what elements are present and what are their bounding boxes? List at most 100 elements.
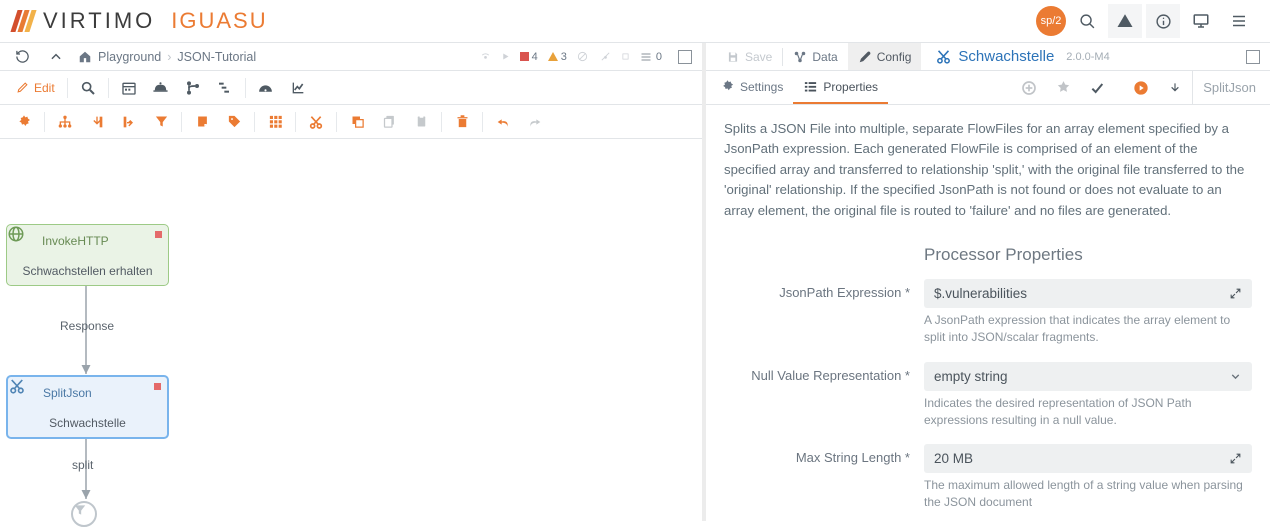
navigate-up-icon[interactable] (44, 45, 68, 69)
prop-label: Max String Length * (724, 444, 924, 511)
processor-title: Schwachstelle 2.0.0-M4 (935, 48, 1109, 65)
note-icon[interactable] (186, 107, 218, 137)
product-name: IGUASU (171, 8, 267, 34)
config-tab-button[interactable]: Config (848, 43, 922, 70)
config-pane: Save Data Config Schwachstelle 2.0.0-M4 (706, 43, 1270, 521)
processor-version: 2.0.0-M4 (1066, 51, 1109, 63)
processor-type-label: SplitJson (1192, 71, 1266, 104)
running-count-icon (520, 52, 529, 61)
grid-icon[interactable] (259, 107, 291, 137)
logo-stripes-icon (14, 10, 33, 32)
toolbar-row-2 (0, 105, 702, 139)
trash-icon[interactable] (446, 107, 478, 137)
apply-icon[interactable] (1080, 71, 1114, 104)
breadcrumb-root[interactable]: Playground (98, 50, 161, 64)
node-title: SplitJson (43, 386, 92, 400)
maximize-icon[interactable] (678, 50, 692, 64)
running-count: 4 (532, 51, 538, 63)
tag-icon[interactable] (218, 107, 250, 137)
maxlen-input[interactable]: 20 MB (924, 444, 1252, 473)
duplicate-icon[interactable] (341, 107, 373, 137)
jsonpath-input[interactable]: $.vulnerabilities (924, 279, 1252, 308)
expand-icon[interactable] (1229, 452, 1242, 465)
search-icon[interactable] (1070, 4, 1104, 38)
chart-icon[interactable] (282, 73, 314, 103)
stopped-indicator-icon (155, 231, 162, 238)
status-summary: 4 3 0 (480, 51, 662, 63)
node-splitjson[interactable]: SplitJson Schwachstelle (6, 375, 169, 439)
globe-icon (15, 231, 35, 251)
not-transmitting-icon (600, 51, 611, 62)
export-icon[interactable] (113, 107, 145, 137)
stop-hollow-icon (621, 52, 630, 61)
zoom-icon[interactable] (72, 73, 104, 103)
transmit-icon (480, 51, 491, 62)
chevron-down-icon (1229, 370, 1242, 383)
funnel-node[interactable] (71, 501, 97, 527)
breadcrumb: Playground › JSON-Tutorial (78, 50, 256, 64)
prop-jsonpath: JsonPath Expression * $.vulnerabilities … (724, 279, 1252, 346)
tab-properties[interactable]: Properties (793, 71, 888, 104)
sitemap-icon[interactable] (49, 107, 81, 137)
prop-label: Null Value Representation * (724, 362, 924, 429)
app-header: VIRTIMO IGUASU sp/2 (0, 0, 1270, 43)
play-icon (501, 52, 510, 61)
filter-icon[interactable] (145, 107, 177, 137)
processor-description: Splits a JSON File into multiple, separa… (724, 119, 1252, 221)
hierarchy-icon[interactable] (209, 73, 241, 103)
properties-section-title: Processor Properties (924, 245, 1252, 265)
run-once-icon[interactable] (1124, 71, 1158, 104)
prop-help: Indicates the desired representation of … (924, 395, 1252, 429)
disabled-icon (577, 51, 588, 62)
edge-label-split[interactable]: split (72, 458, 93, 472)
step-down-icon[interactable] (1158, 71, 1192, 104)
maximize-icon[interactable] (1246, 50, 1260, 64)
edit-button[interactable]: Edit (8, 73, 63, 103)
flow-canvas[interactable]: InvokeHTTP Schwachstellen erhalten Respo… (0, 139, 702, 521)
redo-icon[interactable] (519, 107, 551, 137)
save-button: Save (716, 43, 782, 70)
cut-icon[interactable] (300, 107, 332, 137)
invalid-count-icon (548, 52, 558, 61)
node-invokehttp[interactable]: InvokeHTTP Schwachstellen erhalten (6, 224, 169, 286)
nullrep-select[interactable]: empty string (924, 362, 1252, 391)
menu-icon[interactable] (1222, 4, 1256, 38)
config-subtabs: Settings Properties SplitJson (706, 71, 1270, 105)
gauge-icon[interactable] (250, 73, 282, 103)
queued-count: 0 (656, 51, 662, 63)
info-icon[interactable] (1146, 4, 1180, 38)
toolbar-row-1: Edit (0, 71, 702, 105)
node-subtitle: Schwachstelle (8, 409, 167, 437)
node-title: InvokeHTTP (42, 234, 109, 248)
refresh-icon[interactable] (10, 45, 34, 69)
calendar-icon[interactable] (113, 73, 145, 103)
data-tab-button[interactable]: Data (783, 43, 847, 70)
prop-nullrep: Null Value Representation * empty string… (724, 362, 1252, 429)
app-logo: VIRTIMO IGUASU (14, 8, 268, 34)
undo-icon[interactable] (487, 107, 519, 137)
branch-icon[interactable] (177, 73, 209, 103)
user-chip[interactable]: sp/2 (1036, 6, 1066, 36)
paste-icon[interactable] (405, 107, 437, 137)
verify-icon[interactable] (1046, 71, 1080, 104)
scissors-icon (16, 383, 36, 403)
config-topbar: Save Data Config Schwachstelle 2.0.0-M4 (706, 43, 1270, 71)
scissors-icon (935, 48, 952, 65)
processor-name: Schwachstelle (958, 48, 1054, 65)
tab-settings[interactable]: Settings (710, 71, 793, 104)
node-subtitle: Schwachstellen erhalten (7, 257, 168, 285)
canvas-topbar: Playground › JSON-Tutorial 4 3 (0, 43, 702, 71)
alerts-icon[interactable] (1108, 4, 1142, 38)
expand-icon[interactable] (1229, 287, 1242, 300)
import-icon[interactable] (81, 107, 113, 137)
settings-icon[interactable] (8, 107, 40, 137)
prop-label: JsonPath Expression * (724, 279, 924, 346)
add-property-icon[interactable] (1012, 71, 1046, 104)
prop-help: A JsonPath expression that indicates the… (924, 312, 1252, 346)
monitor-icon[interactable] (1184, 4, 1218, 38)
edge-label-response[interactable]: Response (60, 319, 114, 333)
home-icon[interactable] (78, 50, 92, 64)
copy-icon[interactable] (373, 107, 405, 137)
config-body: Splits a JSON File into multiple, separa… (706, 105, 1270, 521)
cloche-icon[interactable] (145, 73, 177, 103)
